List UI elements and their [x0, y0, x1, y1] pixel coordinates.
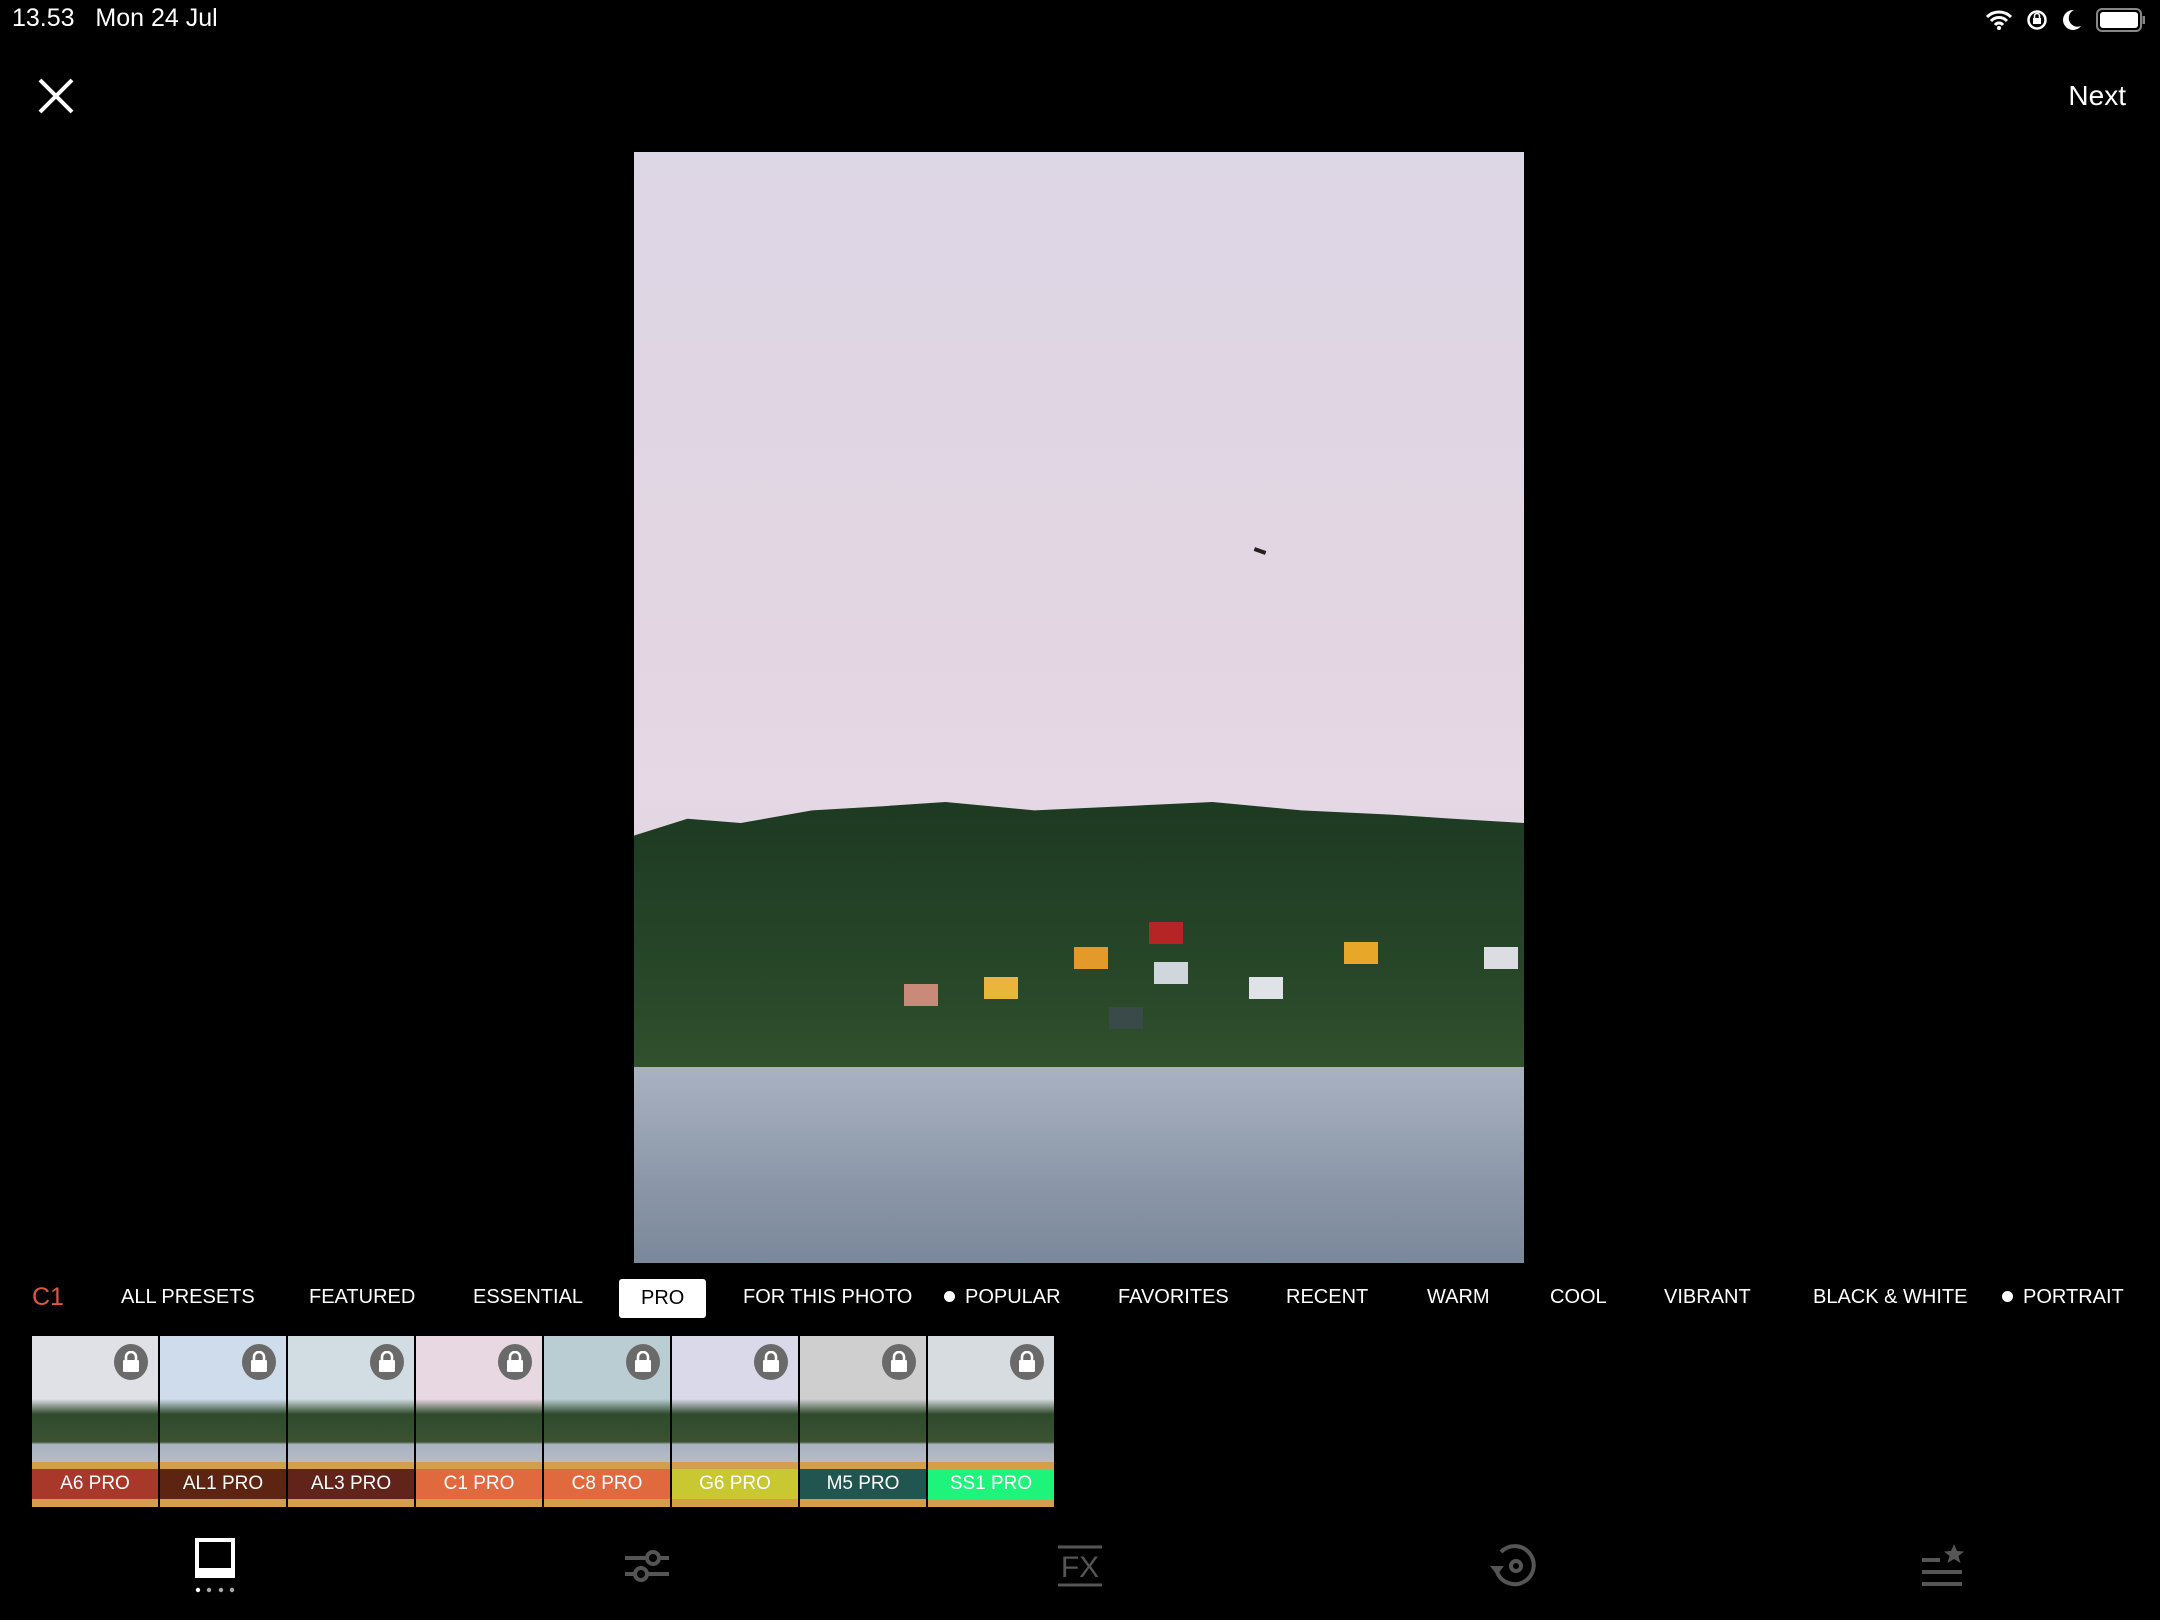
- presets-tool-button[interactable]: [185, 1536, 245, 1601]
- category-label: PORTRAIT: [2023, 1286, 2124, 1308]
- category-label: FOR THIS PHOTO: [743, 1286, 913, 1308]
- preset-thumbnail[interactable]: A6 PRO: [32, 1336, 158, 1507]
- new-dot-icon: [2002, 1291, 2013, 1302]
- category-label: ESSENTIAL: [473, 1286, 584, 1308]
- category-label: FEATURED: [309, 1286, 416, 1308]
- adjust-sliders-tool-button[interactable]: [618, 1538, 678, 1598]
- favorites-list-icon: [1920, 1543, 1966, 1593]
- preset-thumbnail[interactable]: C8 PRO: [544, 1336, 670, 1507]
- lock-icon: [114, 1344, 148, 1380]
- preset-thumbnail[interactable]: SS1 PRO: [928, 1336, 1054, 1507]
- preset-thumbnail[interactable]: C1 PRO: [416, 1336, 542, 1507]
- category-label: ALL PRESETS: [121, 1286, 255, 1308]
- close-icon: [38, 78, 74, 114]
- lock-icon: [370, 1344, 404, 1380]
- category-tab-cool[interactable]: COOL: [1550, 1286, 1607, 1309]
- category-label: WARM: [1427, 1286, 1490, 1308]
- recipes-history-icon: [1487, 1542, 1539, 1595]
- preset-thumbnail[interactable]: AL3 PRO: [288, 1336, 414, 1507]
- lock-icon: [242, 1344, 276, 1380]
- category-tab-warm[interactable]: WARM: [1427, 1286, 1490, 1309]
- wifi-icon: [1986, 10, 2012, 30]
- category-tab-essential[interactable]: ESSENTIAL: [473, 1286, 583, 1309]
- preset-label: M5 PRO: [800, 1469, 926, 1499]
- category-tab-popular[interactable]: POPULAR: [944, 1286, 1061, 1309]
- preset-label: AL3 PRO: [288, 1469, 414, 1499]
- preset-thumbnail[interactable]: M5 PRO: [800, 1336, 926, 1507]
- category-tab-black-white[interactable]: BLACK & WHITE: [1813, 1286, 1967, 1309]
- category-tab-for-this-photo[interactable]: FOR THIS PHOTO: [743, 1286, 912, 1309]
- preset-label: SS1 PRO: [928, 1469, 1054, 1499]
- recipes-history-tool-button[interactable]: [1483, 1538, 1543, 1598]
- next-button[interactable]: Next: [2068, 80, 2126, 112]
- category-label: COOL: [1550, 1286, 1607, 1308]
- status-time: 13.53 Mon 24 Jul: [12, 4, 218, 33]
- battery-icon: [2096, 8, 2145, 32]
- preset-thumbnail[interactable]: AL1 PRO: [160, 1336, 286, 1507]
- category-label: VIBRANT: [1664, 1286, 1751, 1308]
- preset-label: G6 PRO: [672, 1469, 798, 1499]
- svg-text:FX: FX: [1061, 1551, 1099, 1584]
- current-preset-label: C1: [32, 1283, 64, 1311]
- category-label: RECENT: [1286, 1286, 1369, 1308]
- category-tab-featured[interactable]: FEATURED: [309, 1286, 415, 1309]
- category-tab-favorites[interactable]: FAVORITES: [1118, 1286, 1229, 1309]
- category-tab-recent[interactable]: RECENT: [1286, 1286, 1368, 1309]
- lock-icon: [882, 1344, 916, 1380]
- category-label: FAVORITES: [1118, 1286, 1229, 1308]
- lock-icon: [1010, 1344, 1044, 1380]
- category-label: PRO: [641, 1287, 685, 1309]
- preset-label: AL1 PRO: [160, 1469, 286, 1499]
- time: 13.53: [12, 4, 75, 32]
- bird: [1253, 547, 1267, 555]
- photo-preview: [634, 152, 1524, 1263]
- moon-icon: [2063, 9, 2081, 30]
- status-icons: [1986, 8, 2146, 32]
- preset-label: A6 PRO: [32, 1469, 158, 1499]
- close-button[interactable]: [36, 76, 76, 116]
- new-dot-icon: [944, 1291, 955, 1302]
- preset-label: C8 PRO: [544, 1469, 670, 1499]
- category-tab-portrait[interactable]: PORTRAIT: [2002, 1286, 2124, 1309]
- presets-icon: [193, 1536, 237, 1601]
- preset-label: C1 PRO: [416, 1469, 542, 1499]
- date: Mon 24 Jul: [95, 4, 218, 32]
- rotation-lock-icon: [2027, 10, 2047, 30]
- fx-icon: FX: [1058, 1544, 1102, 1593]
- lock-icon: [626, 1344, 660, 1380]
- category-label: POPULAR: [965, 1286, 1061, 1308]
- lock-icon: [498, 1344, 532, 1380]
- adjust-sliders-icon: [625, 1546, 671, 1591]
- preset-thumbnail[interactable]: G6 PRO: [672, 1336, 798, 1507]
- fx-tool-button[interactable]: FX: [1050, 1538, 1110, 1598]
- favorites-list-tool-button[interactable]: [1913, 1538, 1973, 1598]
- category-tab-vibrant[interactable]: VIBRANT: [1664, 1286, 1751, 1309]
- category-label: BLACK & WHITE: [1813, 1286, 1968, 1308]
- category-tab-pro[interactable]: PRO: [619, 1279, 707, 1318]
- category-tab-all-presets[interactable]: ALL PRESETS: [121, 1286, 255, 1309]
- lock-icon: [754, 1344, 788, 1380]
- water: [634, 1067, 1524, 1263]
